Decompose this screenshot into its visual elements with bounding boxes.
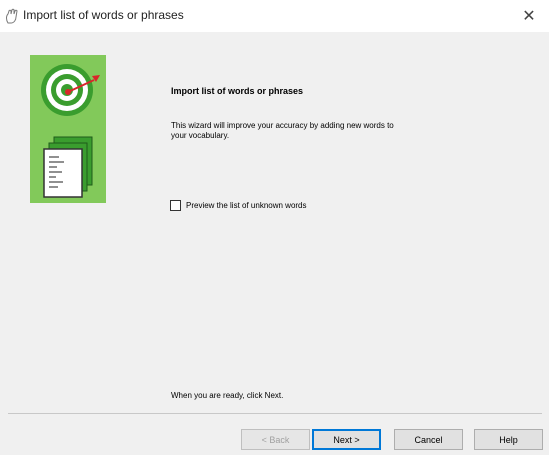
preview-unknown-words-option[interactable]: Preview the list of unknown words <box>170 200 307 211</box>
wizard-intro: This wizard will improve your accuracy b… <box>171 121 394 140</box>
wizard-illustration <box>30 55 106 203</box>
button-divider <box>8 413 542 414</box>
back-button[interactable]: < Back <box>241 429 310 450</box>
preview-checkbox[interactable] <box>170 200 181 211</box>
title-bar: Import list of words or phrases ✕ <box>0 0 549 32</box>
wizard-heading: Import list of words or phrases <box>171 86 304 96</box>
window-title: Import list of words or phrases <box>23 8 184 22</box>
close-icon: ✕ <box>522 8 536 25</box>
app-icon <box>5 8 19 24</box>
close-button[interactable]: ✕ <box>509 0 549 32</box>
target-icon <box>41 64 100 198</box>
help-button[interactable]: Help <box>474 429 543 450</box>
cancel-button[interactable]: Cancel <box>394 429 463 450</box>
preview-checkbox-label[interactable]: Preview the list of unknown words <box>186 201 307 210</box>
next-button[interactable]: Next > <box>312 429 381 450</box>
ready-instruction: When you are ready, click Next. <box>171 391 284 400</box>
